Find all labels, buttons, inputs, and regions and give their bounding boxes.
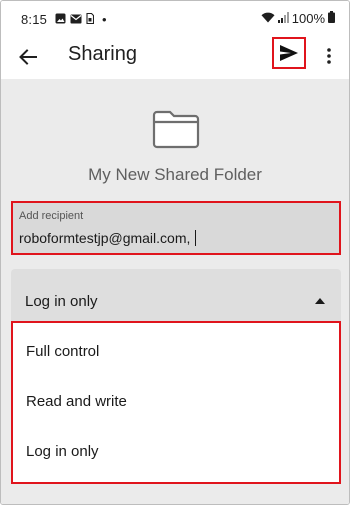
- status-bar: 8:15 • 100%: [1, 1, 349, 35]
- more-options-button[interactable]: [319, 41, 339, 71]
- image-icon: [55, 12, 66, 27]
- sim-icon: [86, 12, 95, 27]
- folder-icon: [152, 109, 200, 154]
- permission-dropdown[interactable]: Log in only: [11, 269, 341, 321]
- more-vert-icon: [327, 48, 331, 64]
- page-title: Sharing: [68, 43, 137, 65]
- permission-options-menu: Full control Read and write Log in only: [11, 321, 341, 484]
- notification-dot: •: [102, 12, 107, 27]
- option-read-and-write[interactable]: Read and write: [13, 378, 339, 428]
- mail-icon: [70, 12, 82, 27]
- signal-icon: [277, 11, 289, 26]
- back-arrow-icon: [19, 49, 37, 65]
- wifi-icon: [261, 11, 275, 26]
- status-time: 8:15: [21, 12, 48, 27]
- option-label: Full control: [26, 343, 100, 360]
- permission-selected: Log in only: [25, 293, 98, 310]
- recipient-value: roboformtestjp@gmail.com,: [19, 230, 191, 246]
- send-button[interactable]: [272, 37, 306, 69]
- app-bar: Sharing: [1, 35, 349, 79]
- option-full-control[interactable]: Full control: [13, 328, 339, 378]
- recipient-label: Add recipient: [19, 210, 84, 222]
- send-icon: [280, 45, 298, 61]
- folder-name: My New Shared Folder: [88, 165, 262, 184]
- sharing-content: My New Shared Folder Add recipient robof…: [1, 79, 349, 504]
- battery-icon: [328, 11, 335, 26]
- recipient-input[interactable]: Add recipient roboformtestjp@gmail.com,: [11, 201, 341, 255]
- arrow-up-icon: [315, 291, 325, 309]
- option-label: Read and write: [26, 393, 127, 410]
- option-log-in-only[interactable]: Log in only: [13, 428, 339, 478]
- battery-percent: 100%: [291, 11, 325, 26]
- recipient-value-line: roboformtestjp@gmail.com,: [19, 230, 197, 246]
- system-icons: 100%: [261, 11, 335, 26]
- text-cursor: [195, 230, 197, 246]
- back-button[interactable]: [13, 43, 43, 71]
- notification-icons: •: [55, 12, 107, 27]
- option-label: Log in only: [26, 443, 99, 460]
- screen: 8:15 • 100% Sharing My New Shared Folder…: [0, 0, 350, 505]
